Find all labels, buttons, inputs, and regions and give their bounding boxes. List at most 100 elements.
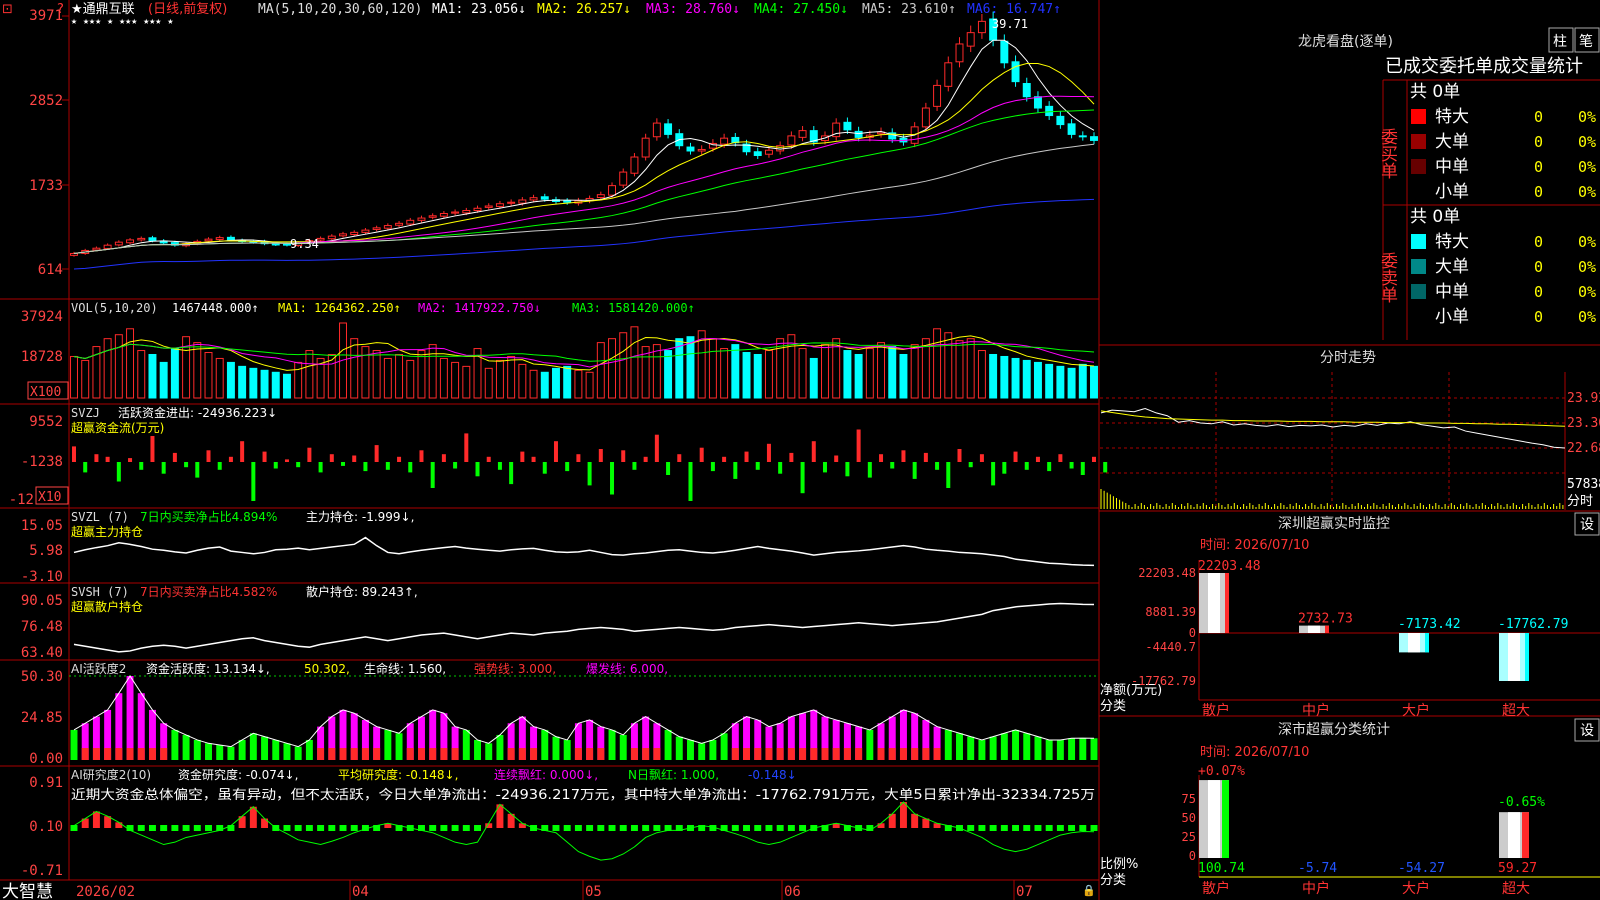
candle-body[interactable] — [1056, 115, 1065, 126]
candle-body[interactable] — [417, 217, 426, 221]
fundflow-bar[interactable] — [172, 452, 177, 462]
research-bar[interactable] — [743, 825, 751, 831]
volume-bar[interactable] — [271, 371, 280, 399]
candle-body[interactable] — [933, 84, 942, 107]
volume-bar[interactable] — [608, 338, 616, 399]
volume-bar[interactable] — [742, 352, 751, 399]
fundflow-bar[interactable] — [654, 434, 659, 462]
fundflow-bar[interactable] — [834, 455, 839, 463]
volume-bar[interactable] — [462, 365, 471, 399]
fundflow-bar[interactable] — [867, 462, 872, 478]
candle-body[interactable] — [383, 225, 392, 229]
event-markers[interactable]: ★ ★★★ ★ ★★★ ★★★ ★ — [71, 16, 173, 27]
volume-bar[interactable] — [888, 346, 897, 399]
fundflow-bar[interactable] — [979, 454, 984, 462]
volume-bar[interactable] — [372, 350, 381, 399]
research-bar[interactable] — [474, 825, 481, 831]
activity-bar[interactable] — [294, 746, 302, 760]
candle-body[interactable] — [215, 237, 224, 240]
candle-body[interactable] — [764, 149, 773, 155]
research-bar[interactable] — [967, 825, 975, 831]
candle-body[interactable] — [226, 236, 235, 241]
fundflow-bar[interactable] — [150, 436, 155, 462]
fundflow-bar[interactable] — [912, 462, 917, 479]
fundflow-bar[interactable] — [553, 441, 558, 462]
volume-bar[interactable] — [238, 365, 247, 399]
fundflow-bar[interactable] — [565, 462, 570, 472]
candle-body[interactable] — [664, 123, 673, 135]
fundflow-bar[interactable] — [284, 459, 289, 462]
research-bar[interactable] — [765, 825, 773, 831]
candle-body[interactable] — [451, 211, 460, 214]
fundflow-bar[interactable] — [352, 455, 357, 463]
volume-bar[interactable] — [753, 353, 762, 399]
candle-body[interactable] — [1022, 83, 1031, 98]
zhu-button[interactable]: 柱 — [1553, 34, 1567, 50]
candle-body[interactable] — [697, 148, 706, 152]
activity-bar[interactable] — [485, 743, 493, 760]
volume-bar[interactable] — [70, 355, 78, 399]
fundflow-bar[interactable] — [587, 462, 592, 486]
fundflow-bar[interactable] — [968, 462, 973, 468]
fundflow-bar[interactable] — [576, 454, 581, 462]
research-bar[interactable] — [586, 825, 594, 831]
candle-body[interactable] — [944, 62, 953, 87]
activity-bar[interactable] — [552, 736, 560, 760]
volume-bar[interactable] — [193, 342, 202, 399]
research-bar[interactable] — [205, 825, 212, 831]
activity-bar[interactable] — [1056, 739, 1064, 760]
fundflow-bar[interactable] — [94, 454, 99, 462]
activity-bar[interactable] — [978, 739, 986, 760]
volume-bar[interactable] — [563, 365, 572, 399]
research-bar[interactable] — [339, 825, 347, 831]
volume-bar[interactable] — [81, 359, 90, 399]
fundflow-bar[interactable] — [385, 462, 390, 470]
fundflow-bar[interactable] — [296, 462, 301, 468]
fundflow-bar[interactable] — [800, 462, 805, 494]
activity-bar[interactable] — [496, 734, 504, 760]
research-bar[interactable] — [1012, 825, 1020, 831]
candle-body[interactable] — [843, 121, 852, 131]
volume-bar[interactable] — [137, 350, 146, 399]
volume-bar[interactable] — [406, 359, 415, 399]
activity-bar[interactable] — [866, 729, 874, 760]
research-bar[interactable] — [283, 825, 291, 831]
research-bar[interactable] — [630, 825, 638, 831]
fundflow-bar[interactable] — [1035, 456, 1040, 462]
fundflow-bar[interactable] — [621, 450, 626, 462]
research-bar[interactable] — [171, 825, 179, 831]
volume-bar[interactable] — [350, 338, 359, 399]
candle-body[interactable] — [361, 229, 370, 233]
fundflow-bar[interactable] — [856, 429, 861, 463]
research-bar[interactable] — [350, 825, 358, 831]
candle-body[interactable] — [507, 201, 516, 204]
research-bar[interactable] — [451, 825, 459, 831]
activity-bar[interactable] — [1034, 736, 1042, 760]
fundflow-bar[interactable] — [72, 446, 76, 462]
candle-body[interactable] — [529, 197, 538, 201]
candle-body[interactable] — [439, 213, 448, 217]
candle-body[interactable] — [921, 107, 930, 128]
fundflow-bar[interactable] — [486, 456, 491, 462]
candle-body[interactable] — [720, 137, 729, 145]
research-bar[interactable] — [160, 825, 168, 831]
candle-body[interactable] — [204, 238, 213, 242]
volume-bar[interactable] — [439, 357, 448, 399]
candle-body[interactable] — [1090, 136, 1098, 141]
fundflow-bar[interactable] — [397, 456, 402, 462]
fundflow-bar[interactable] — [408, 462, 413, 473]
fundflow-bar[interactable] — [542, 462, 547, 474]
fundflow-bar[interactable] — [128, 458, 133, 462]
candle-body[interactable] — [1045, 105, 1054, 117]
fundflow-bar[interactable] — [789, 452, 794, 462]
activity-bar[interactable] — [70, 729, 78, 760]
research-bar[interactable] — [597, 825, 605, 831]
research-bar[interactable] — [754, 825, 762, 831]
fundflow-bar[interactable] — [822, 462, 827, 473]
activity-bar[interactable] — [205, 743, 212, 760]
fundflow-bar[interactable] — [419, 450, 424, 462]
fundflow-bar[interactable] — [273, 462, 278, 469]
fundflow-bar[interactable] — [935, 462, 940, 470]
research-bar[interactable] — [608, 825, 616, 831]
research-bar[interactable] — [193, 825, 201, 831]
